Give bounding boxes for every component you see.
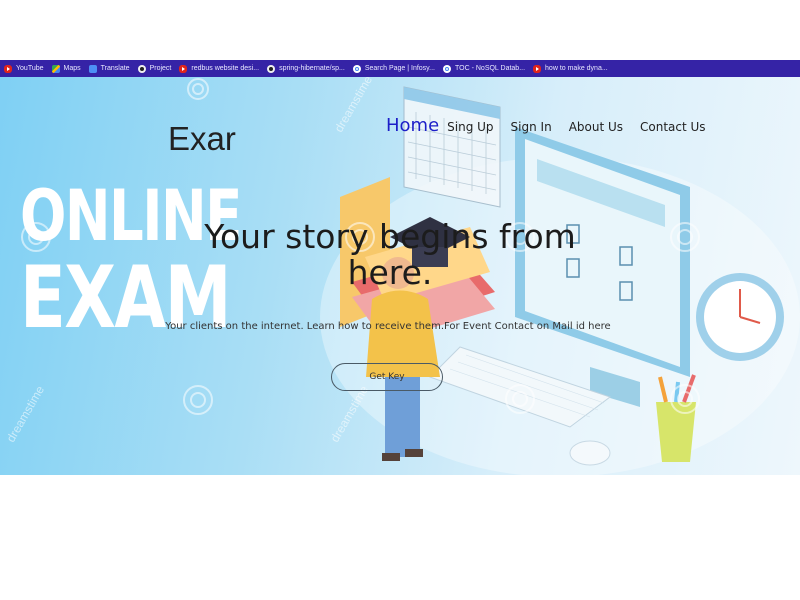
bookmark-label: redbus website desi... [191,65,260,72]
clock-graphic [696,273,784,361]
youtube-icon [4,64,12,73]
google-icon [443,64,451,73]
bookmark-label: Maps [63,65,81,72]
bookmark-translate[interactable]: Translate [85,60,134,77]
nav-signup-link[interactable]: Sing Up [447,120,493,134]
bookmark-label: Project [149,65,172,72]
bookmark-youtube[interactable]: YouTube [0,60,48,77]
bookmark-toc-nosql[interactable]: TOC - NoSQL Datab... [439,60,529,77]
bookmark-redbus[interactable]: redbus website desi... [175,60,263,77]
main-nav: Home Sing Up Sign In About Us Contact Us [386,115,723,136]
translate-icon [88,64,97,73]
bookmark-label: Translate [100,65,130,72]
github-icon [137,64,146,73]
bookmark-label: how to make dyna... [545,65,608,72]
nav-home-link[interactable]: Home [386,115,439,136]
youtube-icon [179,64,188,73]
bookmark-label: YouTube [16,65,44,72]
get-key-button[interactable]: Get Key [331,363,443,391]
bookmark-label: spring-hibernate/sp... [279,65,345,72]
youtube-icon [533,64,542,73]
nav-about-link[interactable]: About Us [569,120,623,134]
bookmark-spring-hibernate[interactable]: spring-hibernate/sp... [263,60,349,77]
nav-signin-link[interactable]: Sign In [511,120,552,134]
nav-contact-link[interactable]: Contact Us [640,120,706,134]
maps-icon [51,64,60,73]
hero-headline: Your story begins from here. [204,217,576,292]
bookmark-label: Search Page | Infosy... [364,65,435,72]
github-icon [267,64,276,73]
hero-subtext: Your clients on the internet. Learn how … [165,321,611,332]
bookmark-search-page[interactable]: Search Page | Infosy... [349,60,439,77]
bookmark-project[interactable]: Project [134,60,176,77]
bookmark-label: TOC - NoSQL Datab... [455,65,526,72]
bookmark-maps[interactable]: Maps [48,60,85,77]
google-icon [352,64,361,73]
calendar-graphic [403,86,501,208]
bookmark-how-to-make[interactable]: how to make dyna... [529,60,612,77]
hero-section: dreamstime dreamstime dreamstime ONLINE … [0,77,800,475]
bookmarks-bar: YouTube Maps Translate Project redbus we… [0,60,800,77]
site-logo[interactable]: Exar [168,119,238,159]
